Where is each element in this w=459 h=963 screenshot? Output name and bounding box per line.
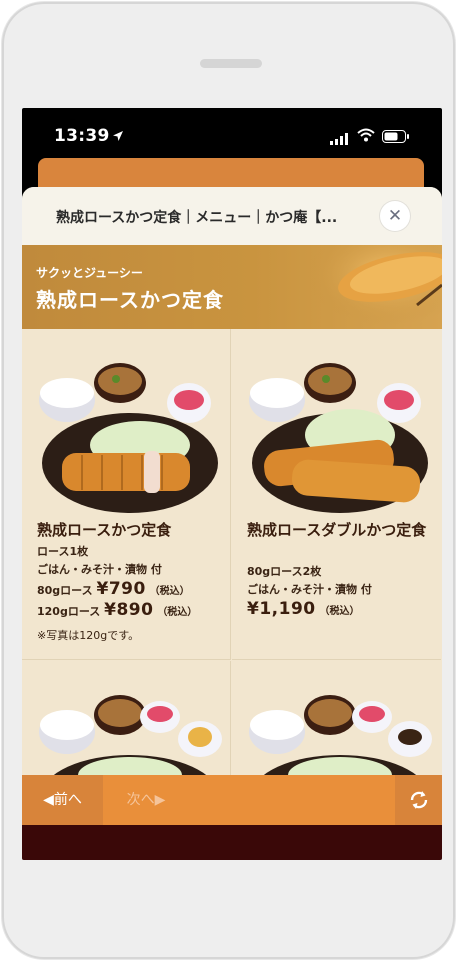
price-label: 120gロース	[37, 605, 101, 618]
sheet-header: 熟成ロースかつ定食｜メニュー｜かつ庵【... ✕	[22, 187, 442, 245]
cellular-signal-icon	[330, 130, 350, 149]
menu-item-card[interactable]: 熟成ロースダブルかつ定食 80gロース2枚 ごはん・みそ汁・漬物 付 ¥1,19…	[232, 329, 441, 660]
next-button[interactable]: 次へ▶	[106, 775, 186, 825]
menu-item-name: 熟成ロースダブルかつ定食	[247, 521, 427, 539]
reload-button[interactable]	[395, 775, 442, 825]
pager-footer: ◀前へ 次へ▶	[22, 775, 442, 825]
banner-title: 熟成ロースかつ定食	[36, 288, 224, 312]
tonkatsu-set-image	[39, 363, 218, 513]
price-label: 80gロース	[37, 584, 93, 597]
photo-note: ※写真は120gです。	[37, 629, 140, 642]
double-tonkatsu-set-image	[249, 363, 428, 513]
menu-item-detail: ロース1枚	[37, 545, 89, 558]
price-value: ¥1,190	[247, 599, 316, 619]
menu-item-card[interactable]	[22, 661, 231, 787]
reload-icon	[410, 791, 427, 809]
tax-label: （税込）	[319, 606, 360, 617]
menu-grid: 熟成ロースかつ定食 ロース1枚 ごはん・みそ汁・漬物 付 80gロース ¥790…	[22, 329, 442, 787]
wifi-icon	[357, 127, 375, 146]
phone-speaker	[200, 59, 262, 68]
menu-item-card[interactable]	[232, 661, 441, 787]
status-time: 13:39	[54, 126, 110, 146]
menu-item-price-row: 80gロース ¥790 （税込）	[37, 579, 190, 599]
caret-left-icon: ◀	[43, 792, 54, 808]
menu-sheet: 熟成ロースかつ定食｜メニュー｜かつ庵【... ✕ サクッとジューシー 熟成ロース…	[22, 187, 442, 860]
location-arrow-icon	[112, 127, 124, 146]
close-button[interactable]: ✕	[380, 201, 410, 231]
menu-item-image	[39, 695, 222, 787]
category-banner: サクッとジューシー 熟成ロースかつ定食	[22, 245, 442, 329]
price-value: ¥790	[96, 579, 146, 599]
caret-right-icon: ▶	[154, 792, 166, 808]
menu-item-detail: 80gロース2枚	[247, 565, 322, 578]
sheet-title: 熟成ロースかつ定食｜メニュー｜かつ庵【...	[56, 210, 338, 226]
menu-item-card[interactable]: 熟成ロースかつ定食 ロース1枚 ごはん・みそ汁・漬物 付 80gロース ¥790…	[22, 329, 231, 660]
battery-icon	[382, 128, 410, 147]
banner-subtitle: サクッとジューシー	[36, 266, 143, 280]
menu-item-image	[249, 695, 432, 787]
menu-item-price-row: ¥1,190 （税込）	[247, 599, 359, 619]
close-icon: ✕	[387, 206, 403, 226]
prev-label: 前へ	[53, 792, 82, 808]
status-bar: 13:39	[22, 108, 442, 158]
price-value: ¥890	[104, 600, 154, 620]
tax-label: （税込）	[149, 586, 190, 597]
banner-cutlet-image	[307, 245, 442, 329]
phone-frame: 13:39 熟成ロースかつ定食｜メニュー｜かつ庵【... ✕ サクッとジューシー…	[2, 2, 455, 959]
menu-item-sides: ごはん・みそ汁・漬物 付	[247, 583, 372, 596]
next-label: 次へ	[126, 792, 155, 808]
menu-item-price-row: 120gロース ¥890 （税込）	[37, 600, 197, 620]
menu-item-sides: ごはん・みそ汁・漬物 付	[37, 563, 162, 576]
page-bottom-strip	[22, 825, 442, 860]
tax-label: （税込）	[157, 607, 198, 618]
phone-screen: 13:39 熟成ロースかつ定食｜メニュー｜かつ庵【... ✕ サクッとジューシー…	[22, 108, 442, 860]
menu-item-name: 熟成ロースかつ定食	[37, 521, 172, 539]
prev-button[interactable]: ◀前へ	[22, 775, 103, 825]
